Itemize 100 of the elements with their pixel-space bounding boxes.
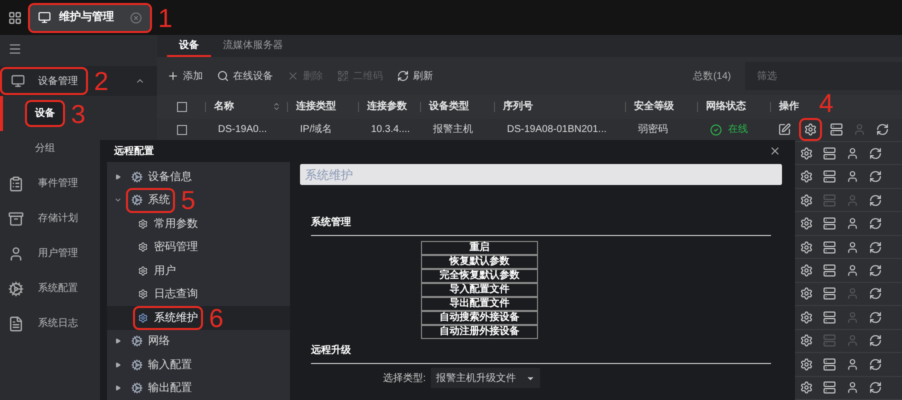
column-header[interactable]: 操作 bbox=[779, 102, 799, 112]
settings-icon[interactable] bbox=[800, 287, 813, 300]
sidebar-item[interactable]: 存储计划 bbox=[38, 211, 78, 226]
refresh-icon[interactable] bbox=[869, 287, 882, 300]
maintenance-button[interactable]: 导入配置文件 bbox=[421, 283, 538, 297]
tree-node[interactable]: 输出配置 bbox=[128, 378, 195, 398]
table-cell: 10.3.4.... bbox=[371, 124, 410, 136]
tab[interactable]: 设备 bbox=[167, 35, 211, 57]
gear-icon bbox=[138, 266, 148, 276]
settings-icon[interactable] bbox=[800, 240, 813, 254]
server-icon[interactable] bbox=[823, 217, 836, 230]
maintenance-button[interactable]: 重启 bbox=[421, 241, 538, 255]
settings-icon[interactable] bbox=[800, 194, 813, 207]
server-icon[interactable] bbox=[823, 381, 836, 394]
device-management-group[interactable]: 设备管理 bbox=[2, 69, 86, 93]
checkbox[interactable] bbox=[177, 102, 187, 112]
sidebar-item[interactable]: 事件管理 bbox=[38, 176, 78, 191]
tree-node[interactable]: 网络 bbox=[128, 331, 173, 352]
toolbar-button[interactable]: 刷新 bbox=[397, 68, 433, 84]
refresh-icon[interactable] bbox=[869, 217, 882, 230]
refresh-icon[interactable] bbox=[869, 146, 882, 160]
sidebar-item[interactable]: 系统日志 bbox=[38, 316, 78, 331]
user-icon[interactable] bbox=[846, 381, 859, 394]
tree-leaf[interactable]: 用户 bbox=[135, 260, 179, 281]
settings-icon[interactable] bbox=[800, 358, 813, 371]
filter-field[interactable]: 筛选 bbox=[745, 62, 902, 90]
toolbar-button[interactable]: 在线设备 bbox=[217, 68, 273, 84]
refresh-icon[interactable] bbox=[869, 194, 882, 207]
settings-icon[interactable] bbox=[800, 170, 813, 184]
annotation-number: 5 bbox=[181, 187, 196, 214]
sort-icon[interactable] bbox=[272, 102, 281, 112]
settings-icon[interactable] bbox=[800, 146, 813, 160]
server-icon[interactable] bbox=[823, 264, 836, 277]
refresh-icon[interactable] bbox=[869, 310, 882, 324]
maintenance-button[interactable]: 自动注册外接设备 bbox=[421, 325, 538, 339]
collapsed-caret-icon[interactable] bbox=[115, 362, 121, 368]
server-icon[interactable] bbox=[823, 310, 836, 324]
maintenance-button[interactable]: 恢复默认参数 bbox=[421, 255, 538, 269]
tree-leaf[interactable]: 系统维护 bbox=[135, 308, 201, 328]
user-icon[interactable] bbox=[846, 146, 859, 160]
type-select[interactable]: 报警主机升级文件 bbox=[430, 368, 540, 388]
refresh-icon[interactable] bbox=[869, 358, 882, 371]
refresh-icon[interactable] bbox=[869, 170, 882, 184]
settings-icon[interactable] bbox=[800, 334, 813, 348]
column-header[interactable]: 序列号 bbox=[503, 102, 533, 112]
maintenance-button[interactable]: 完全恢复默认参数 bbox=[421, 269, 538, 283]
edit-icon[interactable] bbox=[778, 123, 791, 136]
collapsed-caret-icon[interactable] bbox=[115, 338, 121, 344]
settings-icon[interactable] bbox=[800, 264, 813, 277]
server-icon[interactable] bbox=[823, 146, 836, 160]
sidebar-subitem[interactable]: 设备 bbox=[27, 102, 63, 125]
tree-node[interactable]: 输入配置 bbox=[128, 354, 195, 375]
settings-icon[interactable] bbox=[800, 310, 813, 324]
server-icon[interactable] bbox=[823, 287, 836, 300]
column-header[interactable]: 连接类型 bbox=[296, 102, 336, 112]
sidebar-subitem[interactable]: 分组 bbox=[27, 137, 63, 160]
column-header[interactable]: 安全等级 bbox=[634, 102, 674, 112]
tree-leaf[interactable]: 常用参数 bbox=[135, 214, 201, 234]
refresh-icon[interactable] bbox=[876, 123, 889, 136]
tree-node[interactable]: 系统 bbox=[128, 190, 173, 210]
app-tab[interactable]: 维护与管理 bbox=[30, 4, 150, 30]
user-icon[interactable] bbox=[846, 217, 859, 230]
tree-leaf[interactable]: 日志查询 bbox=[135, 284, 201, 304]
column-header[interactable]: 网络状态 bbox=[706, 102, 746, 112]
sidebar-item[interactable]: 系统配置 bbox=[38, 281, 78, 296]
column-header[interactable]: 名称 bbox=[214, 102, 234, 112]
refresh-icon[interactable] bbox=[869, 381, 882, 394]
collapsed-caret-icon[interactable] bbox=[115, 174, 121, 180]
collapsed-caret-icon[interactable] bbox=[115, 385, 121, 392]
server-icon[interactable] bbox=[823, 240, 836, 254]
column-header[interactable]: 设备类型 bbox=[429, 102, 469, 112]
user-icon[interactable] bbox=[846, 264, 859, 277]
server-icon[interactable] bbox=[823, 358, 836, 371]
close-icon bbox=[287, 70, 299, 82]
tree-leaf[interactable]: 密码管理 bbox=[135, 237, 201, 258]
user-icon[interactable] bbox=[846, 240, 859, 254]
settings-icon[interactable] bbox=[800, 381, 813, 394]
refresh-icon[interactable] bbox=[869, 240, 882, 254]
toolbar-button[interactable]: 添加 bbox=[167, 68, 203, 84]
server-icon[interactable] bbox=[823, 170, 836, 184]
refresh-icon[interactable] bbox=[869, 264, 882, 277]
settings-icon[interactable] bbox=[800, 217, 813, 230]
checkbox[interactable] bbox=[177, 124, 187, 135]
qr-code-icon bbox=[337, 70, 349, 82]
apps-icon[interactable] bbox=[8, 10, 22, 24]
refresh-icon[interactable] bbox=[869, 334, 882, 348]
window-icon bbox=[38, 11, 51, 24]
tab[interactable]: 流媒体服务器 bbox=[211, 35, 295, 57]
sidebar-item[interactable]: 用户管理 bbox=[38, 246, 78, 261]
menu-icon[interactable] bbox=[8, 42, 22, 56]
close-icon[interactable] bbox=[769, 145, 781, 157]
settings-icon[interactable] bbox=[804, 123, 817, 136]
refresh-icon bbox=[397, 70, 409, 82]
user-icon[interactable] bbox=[846, 170, 859, 184]
maintenance-button[interactable]: 导出配置文件 bbox=[421, 297, 538, 311]
server-icon[interactable] bbox=[830, 123, 843, 136]
user-icon[interactable] bbox=[846, 358, 859, 371]
maintenance-button[interactable]: 自动搜索外接设备 bbox=[421, 311, 538, 325]
tree-node[interactable]: 设备信息 bbox=[128, 166, 195, 187]
column-header[interactable]: 连接参数 bbox=[367, 102, 407, 112]
